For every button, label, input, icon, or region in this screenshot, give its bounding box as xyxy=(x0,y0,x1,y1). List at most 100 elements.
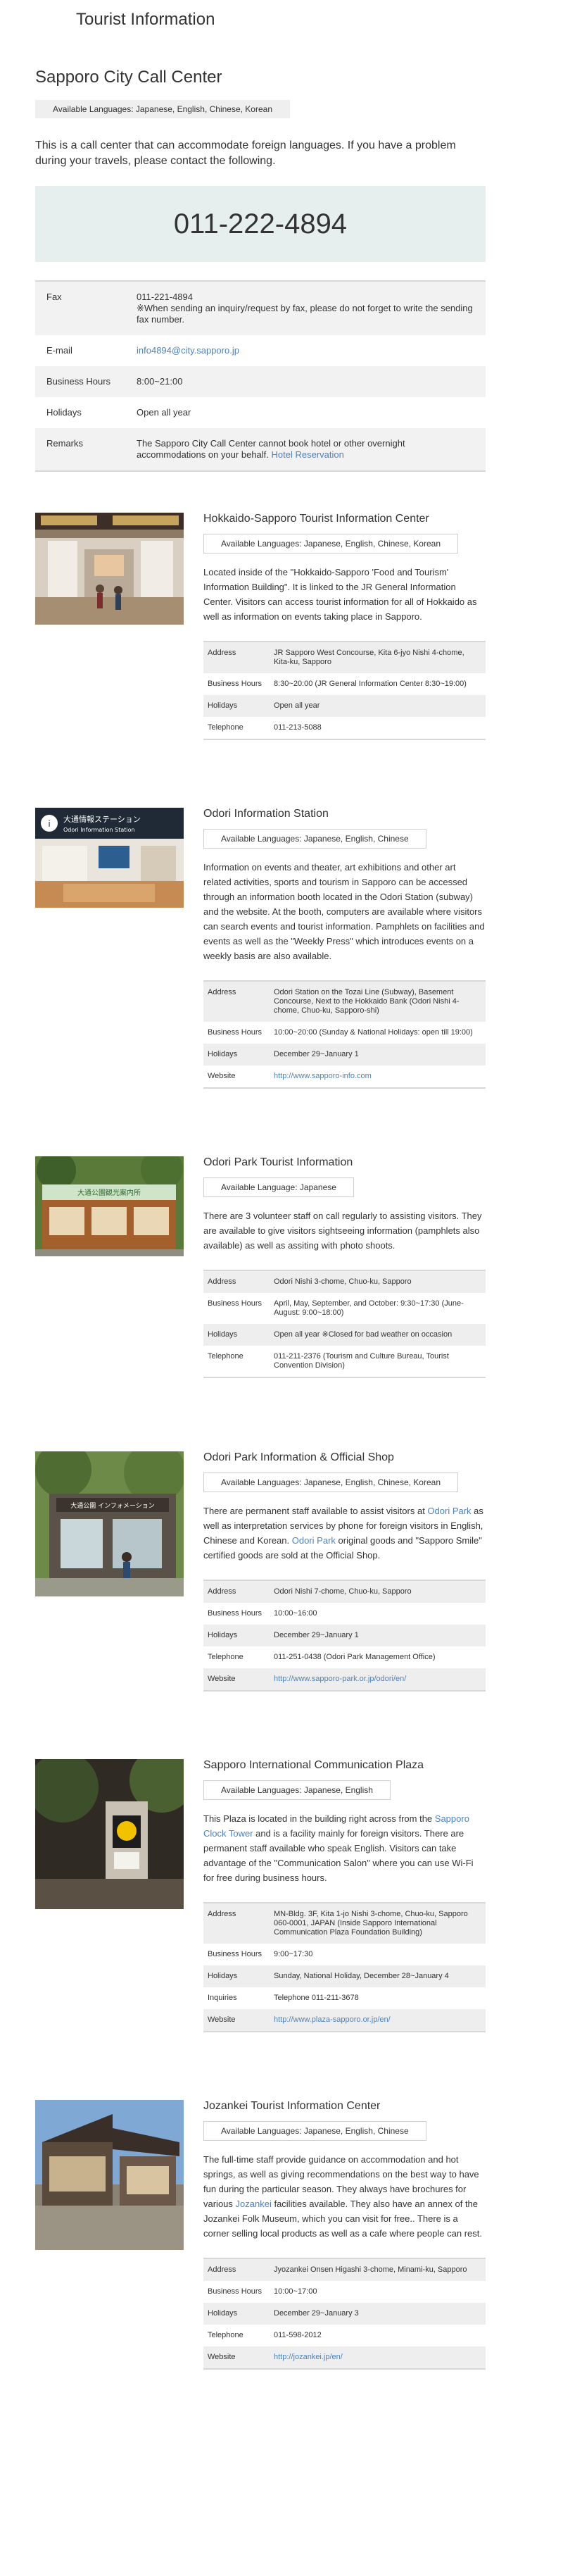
table-row: Address JR Sapporo West Concourse, Kita 6… xyxy=(203,642,486,673)
table-row: Website http://www.sapporo-park.or.jp/odo… xyxy=(203,1668,486,1691)
row-key: Business Hours xyxy=(208,1028,262,1037)
facility-languages-badge: Available Language: Japanese xyxy=(203,1177,354,1197)
table-row: Business Hours 10:00~20:00 (Sunday & Nati… xyxy=(203,1022,486,1044)
row-value: 9:00~17:30 xyxy=(274,1950,313,1958)
facility-international-communication-plaza: Sapporo International Communication Plaz… xyxy=(35,1759,528,2032)
facility-info-table: Address Odori Nishi 3-chome, Chuo-ku, Sap… xyxy=(203,1270,486,1378)
row-value: Open all year xyxy=(270,695,486,717)
facility-content: Odori Information Station Available Lang… xyxy=(203,808,486,1089)
row-value: December 29~January 3 xyxy=(270,2303,486,2325)
row-value: 8:30~20:00 (JR General Information Cente… xyxy=(274,680,467,688)
website-link[interactable]: http://www.sapporo-info.com xyxy=(274,1072,372,1080)
row-value: Telephone 011-211-3678 xyxy=(274,1994,359,2002)
row-value: 011-213-5088 xyxy=(274,723,322,732)
website-link[interactable]: http://jozankei.jp/en/ xyxy=(274,2353,343,2361)
facility-photo xyxy=(35,513,184,625)
website-link[interactable]: http://www.plaza-sapporo.or.jp/en/ xyxy=(274,2015,391,2024)
table-row: Fax 011-221-4894 ※When sending an inquiry… xyxy=(35,281,486,335)
row-value: 011-598-2012 xyxy=(274,2331,322,2339)
row-value: JR Sapporo West Concourse, Kita 6-jyo Ni… xyxy=(270,642,486,673)
facility-title: Odori Park Tourist Information xyxy=(203,1156,353,1168)
phone-box: 011-222-4894 xyxy=(35,186,486,262)
row-key: Business Hours xyxy=(208,1609,262,1618)
facility-title: Sapporo International Communication Plaz… xyxy=(203,1759,424,1771)
email-link[interactable]: info4894@city.sapporo.jp xyxy=(137,345,239,356)
facility-photo: 大通公園観光案内所 xyxy=(35,1156,184,1256)
row-value: December 29~January 1 xyxy=(270,1625,486,1646)
row-value: 011-251-0438 (Odori Park Management Offi… xyxy=(274,1653,436,1661)
row-value: April, May, September, and October: 9:30… xyxy=(274,1299,464,1317)
row-key: Inquiries xyxy=(208,1994,237,2002)
facility-info-table: Address Jyozankei Onsen Higashi 3-chome, … xyxy=(203,2258,486,2370)
facility-photo: 大通公園 インフォメーション xyxy=(35,1451,184,1596)
row-key: Remarks xyxy=(35,428,125,471)
row-value: 10:00~16:00 xyxy=(274,1609,317,1618)
row-value: MN-Bldg. 3F, Kita 1-jo Nishi 3-chome, Ch… xyxy=(270,1903,486,1944)
table-row: Telephone 011-213-5088 xyxy=(203,717,486,739)
row-key: Telephone xyxy=(208,723,243,732)
facility-photo-image xyxy=(35,2100,184,2250)
page-header: Tourist Information xyxy=(0,0,563,42)
facility-content: Odori Park Tourist Information Available… xyxy=(203,1156,486,1378)
facility-photo-image xyxy=(35,1759,184,1909)
facility-languages-badge: Available Languages: Japanese, English xyxy=(203,1780,391,1800)
facility-hokkaido-sapporo-tic: Hokkaido-Sapporo Tourist Information Cen… xyxy=(35,513,528,740)
facility-photo: i 大通情報ステーション Odori Information Station xyxy=(35,808,184,908)
table-row: Business Hours 8:00~21:00 xyxy=(35,366,486,397)
hotel-reservation-link[interactable]: Hotel Reservation xyxy=(272,449,344,460)
row-value: 8:00~21:00 xyxy=(125,366,486,397)
row-key: Holidays xyxy=(203,1625,270,1646)
row-key: Address xyxy=(203,1580,270,1603)
table-row: Remarks The Sapporo City Call Center can… xyxy=(35,428,486,471)
fax-number: 011-221-4894 xyxy=(137,292,193,302)
row-value: 10:00~20:00 (Sunday & National Holidays:… xyxy=(274,1028,473,1037)
call-center-info-table: Fax 011-221-4894 ※When sending an inquiry… xyxy=(35,280,486,472)
row-value: Odori Nishi 3-chome, Chuo-ku, Sapporo xyxy=(270,1270,486,1293)
table-row: Business Hours 9:00~17:30 xyxy=(203,1944,486,1965)
table-row: Business Hours 8:30~20:00 (JR General Inf… xyxy=(203,673,486,695)
row-value: http://www.plaza-sapporo.or.jp/en/ xyxy=(270,2009,486,2032)
website-link[interactable]: http://www.sapporo-park.or.jp/odori/en/ xyxy=(274,1675,406,1683)
row-key: Holidays xyxy=(203,2303,270,2325)
row-value: Odori Station on the Tozai Line (Subway)… xyxy=(270,981,486,1022)
facility-content: Odori Park Information & Official Shop A… xyxy=(203,1451,486,1692)
row-key: Business Hours xyxy=(208,680,262,688)
row-value: Odori Nishi 7-chome, Chuo-ku, Sapporo xyxy=(270,1580,486,1603)
odori-park-link[interactable]: Odori Park xyxy=(292,1535,336,1546)
odori-park-link[interactable]: Odori Park xyxy=(427,1506,471,1516)
facility-content: Hokkaido-Sapporo Tourist Information Cen… xyxy=(203,513,486,740)
table-row: Address MN-Bldg. 3F, Kita 1-jo Nishi 3-ch… xyxy=(203,1903,486,1944)
table-row: Address Odori Nishi 3-chome, Chuo-ku, Sap… xyxy=(203,1270,486,1293)
call-center-intro: This is a call center that can accommoda… xyxy=(35,139,456,167)
desc-text: This Plaza is located in the building ri… xyxy=(203,1813,435,1824)
facility-photo-image: i 大通情報ステーション Odori Information Station xyxy=(35,808,184,908)
facility-info-table: Address Odori Station on the Tozai Line (… xyxy=(203,980,486,1089)
facility-title: Hokkaido-Sapporo Tourist Information Cen… xyxy=(203,513,429,525)
photo-sign-subtext: Odori Information Station xyxy=(63,827,135,833)
page-title: Tourist Information xyxy=(76,10,215,29)
facility-photo-image: 大通公園観光案内所 xyxy=(35,1156,184,1256)
row-value: 011-211-2376 (Tourism and Culture Bureau… xyxy=(274,1352,449,1370)
svg-text:i: i xyxy=(48,819,50,829)
row-key: Business Hours xyxy=(208,2287,262,2296)
facility-odori-park-official-shop: 大通公園 インフォメーション Odori Park Information & … xyxy=(35,1451,528,1692)
facility-description: There are 3 volunteer staff on call regu… xyxy=(203,1211,482,1251)
facility-languages-badge: Available Languages: Japanese, English, … xyxy=(203,534,458,554)
facility-photo xyxy=(35,1759,184,1909)
row-value: http://jozankei.jp/en/ xyxy=(270,2346,486,2369)
facility-languages-badge: Available Languages: Japanese, English, … xyxy=(203,829,426,849)
row-key: Holidays xyxy=(203,1044,270,1065)
facility-title: Odori Park Information & Official Shop xyxy=(203,1451,394,1463)
facility-photo-image: 大通公園 インフォメーション xyxy=(35,1451,184,1596)
row-key: Website xyxy=(203,2009,270,2032)
phone-number[interactable]: 011-222-4894 xyxy=(174,208,347,240)
jozankei-link[interactable]: Jozankei xyxy=(236,2199,272,2209)
table-row: Address Odori Station on the Tozai Line (… xyxy=(203,981,486,1022)
table-row: Business Hours 10:00~16:00 xyxy=(203,1603,486,1625)
table-row: Website http://www.plaza-sapporo.or.jp/en… xyxy=(203,2009,486,2032)
row-key: Address xyxy=(203,1270,270,1293)
facility-photo xyxy=(35,2100,184,2250)
table-row: Holidays December 29~January 3 xyxy=(203,2303,486,2325)
facility-photo-image xyxy=(35,513,184,625)
table-row: Telephone 011-211-2376 (Tourism and Cultu… xyxy=(203,1346,486,1377)
